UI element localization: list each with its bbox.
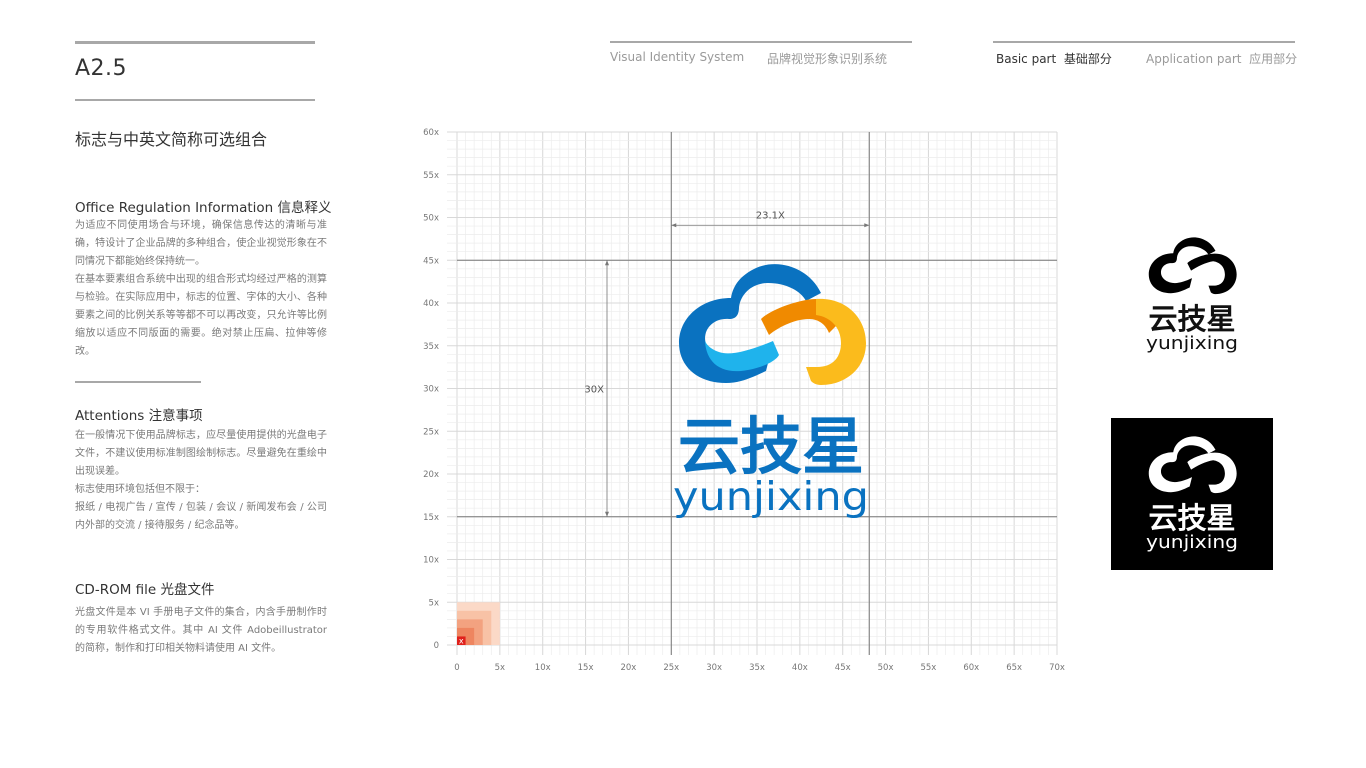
y-tick-label: 25x [423,427,439,437]
x-tick-label: 10x [535,663,551,673]
x-tick-label: 35x [749,663,765,673]
cloud-mark-black-icon [1148,237,1237,295]
logo-white-chinese-name: 云技星 [1148,501,1235,535]
x-tick-label: 40x [792,663,808,673]
x-tick-label: 0 [454,663,459,673]
x-tick-label: 25x [663,663,679,673]
logo-white-svg: 云技星 yunjixing [1146,436,1238,553]
logo-variant-black: 云技星 yunjixing [1146,237,1238,354]
logo-chinese-name: 云技星 [678,410,864,483]
unit-squares: x [457,602,500,645]
x-tick-label: 65x [1006,663,1022,673]
unit-marker-label: x [459,636,464,645]
grid-lines [447,131,1058,655]
width-arrow-left [671,223,677,228]
x-tick-label: 55x [920,663,936,673]
y-tick-label: 60x [423,128,439,138]
y-tick-label: 30x [423,385,439,395]
y-tick-label: 35x [423,342,439,352]
construction-grid: x 0 5x 10x 15x 20x 25x 30x 35x 40x 45x 50x 55x 60x 65… [423,128,1238,673]
logo-english-name: yunjixing [673,475,869,520]
cloud-mark-white-icon [1148,436,1237,494]
x-tick-label: 5x [495,663,505,673]
logo-black-english-name: yunjixing [1146,333,1238,354]
height-dimension-label: 30X [584,385,604,396]
y-tick-label: 45x [423,256,439,266]
height-arrow-bottom [605,511,609,517]
x-tick-label: 30x [706,663,722,673]
y-tick-label: 5x [429,598,439,608]
y-tick-label: 20x [423,470,439,480]
logo-variant-white-on-black: 云技星 yunjixing [1111,418,1273,570]
x-tick-label: 60x [963,663,979,673]
logo-white-english-name: yunjixing [1146,532,1238,553]
x-tick-label: 15x [578,663,594,673]
width-dimension-label: 23.1X [756,210,785,221]
y-tick-label: 0 [434,641,439,651]
y-tick-label: 10x [423,556,439,566]
x-tick-label: 45x [835,663,851,673]
x-tick-label: 70x [1049,663,1065,673]
x-tick-label: 20x [620,663,636,673]
y-tick-label: 40x [423,299,439,309]
y-tick-label: 15x [423,513,439,523]
height-arrow-top [605,260,609,266]
y-tick-label: 55x [423,171,439,181]
x-tick-label: 50x [878,663,894,673]
cloud-mark-icon [679,264,866,385]
axis-labels: 0 5x 10x 15x 20x 25x 30x 35x 40x 45x 50x 55x 60x 65x 7… [423,128,1065,673]
logo-black-chinese-name: 云技星 [1148,302,1235,336]
y-tick-label: 50x [423,214,439,224]
